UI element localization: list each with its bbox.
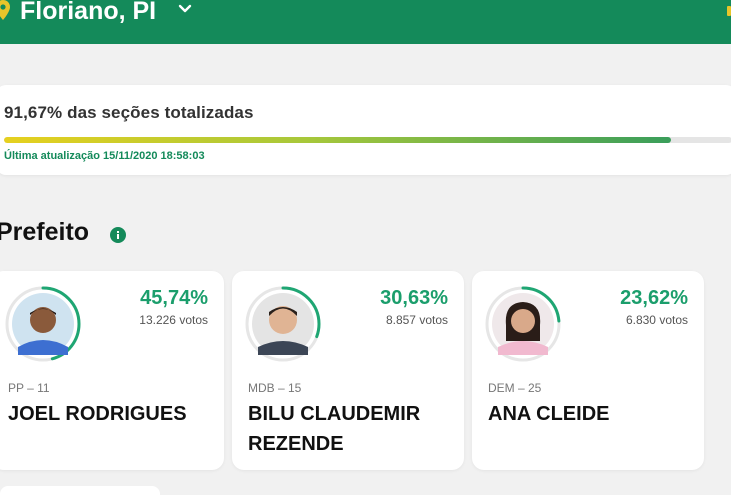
candidate-photo <box>5 286 81 362</box>
vote-percentage: 23,62% <box>620 287 688 309</box>
chevron-down-icon[interactable] <box>178 4 192 14</box>
vote-percentage: 30,63% <box>380 287 448 309</box>
vote-count: 8.857 votos <box>385 313 448 327</box>
party-number: PP – 11 <box>8 381 50 395</box>
candidate-name: BILU CLAUDEMIR REZENDE <box>248 403 421 455</box>
vote-count: 13.226 votos <box>139 313 208 327</box>
progress-card: 91,67% das seções totalizadas Última atu… <box>0 85 731 175</box>
vote-percentage: 45,74% <box>140 287 208 309</box>
vote-count: 6.830 votos <box>625 313 688 327</box>
party-number: DEM – 25 <box>488 381 542 395</box>
last-updated-text: Última atualização 15/11/2020 18:58:03 <box>4 150 205 162</box>
next-card-edge <box>0 486 160 495</box>
candidate-name: ANA CLEIDE <box>488 403 610 425</box>
city-title[interactable]: Floriano, PI <box>20 0 156 26</box>
section-title: Prefeito <box>0 218 90 246</box>
candidate-photo <box>485 286 561 362</box>
progress-bar <box>4 137 731 143</box>
info-icon[interactable] <box>110 227 126 243</box>
candidate-card[interactable]: 23,62% 6.830 votos DEM – 25 ANA CLEIDE <box>472 271 704 470</box>
party-number: MDB – 15 <box>248 381 302 395</box>
top-bar: Floriano, PI <box>0 0 731 44</box>
location-pin-icon <box>0 0 10 20</box>
candidate-photo <box>245 286 321 362</box>
candidate-card[interactable]: 45,74% 13.226 votos PP – 11 JOEL RODRIGU… <box>0 271 224 470</box>
progress-bar-fill <box>4 137 672 143</box>
candidate-card[interactable]: 30,63% 8.857 votos MDB – 15 BILU CLAUDEM… <box>232 271 464 470</box>
candidate-name: JOEL RODRIGUES <box>8 403 187 425</box>
menu-edge <box>727 6 731 16</box>
sections-totalized-text: 91,67% das seções totalizadas <box>4 103 254 122</box>
